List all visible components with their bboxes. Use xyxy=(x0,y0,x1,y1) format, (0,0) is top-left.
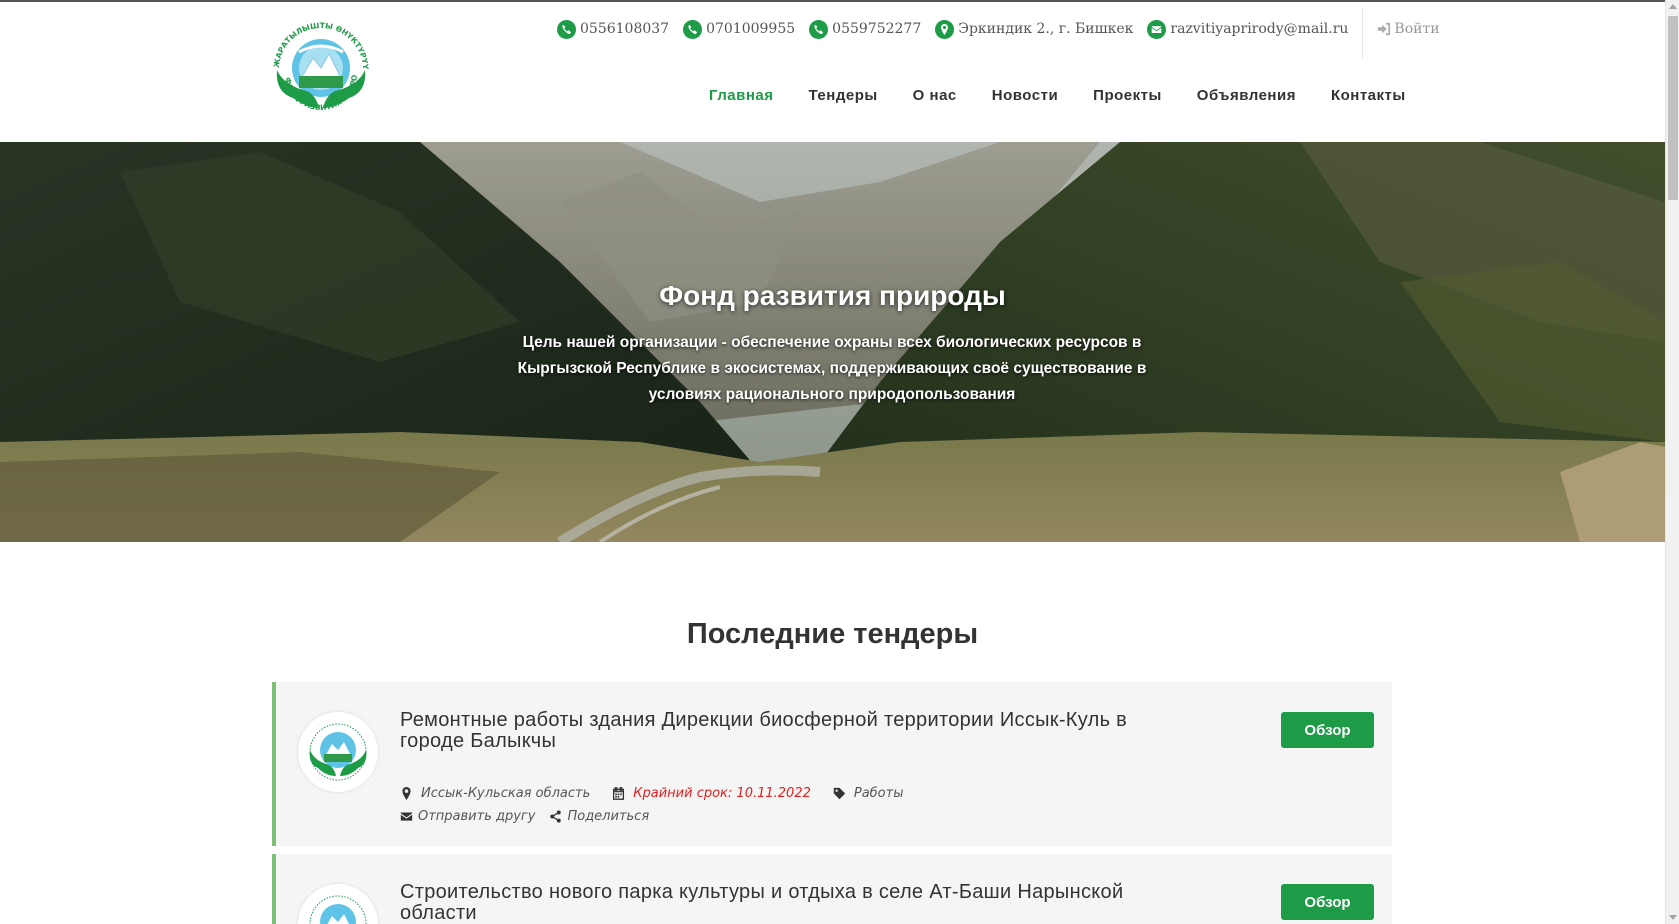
phone-icon xyxy=(809,19,829,39)
tender-deadline: Крайний срок: 10.11.2022 xyxy=(612,786,811,801)
login-text[interactable]: Войти xyxy=(1394,21,1439,37)
tender-category-text: Работы xyxy=(853,786,904,801)
tender-meta: Иссык-Кульская область Крайний срок: 10.… xyxy=(400,786,925,801)
review-button[interactable]: Обзор xyxy=(1281,884,1374,920)
hero-subtitle: Цель нашей организации - обеспечение охр… xyxy=(517,334,1147,403)
phone-2-text[interactable]: 0701009955 xyxy=(706,21,795,37)
section-title: Последние тендеры xyxy=(686,618,979,650)
phone-icon xyxy=(557,19,576,39)
address-text: Эркиндик 2., г. Бишкек xyxy=(958,21,1134,37)
sign-in-icon xyxy=(1378,22,1391,36)
share-link[interactable]: Поделиться xyxy=(549,809,649,824)
site-logo[interactable]: ЖАРАТЫЛЫШТЫ ӨНҮКТҮРҮҮ ФОНДУ ФОНД РАЗВИТИ… xyxy=(259,5,379,136)
nav-item-tenders[interactable]: Тендеры xyxy=(809,87,878,104)
tender-card: Ремонтные работы здания Дирекции биосфер… xyxy=(272,682,1392,846)
send-to-friend-link[interactable]: Отправить другу xyxy=(400,809,535,824)
phone-1[interactable]: 0556108037 xyxy=(557,19,669,39)
address: Эркиндик 2., г. Бишкек xyxy=(935,19,1134,39)
tag-icon xyxy=(833,787,846,800)
calendar-icon xyxy=(613,787,625,800)
nav-item-contacts[interactable]: Контакты xyxy=(1331,87,1406,104)
scroll-up-arrow-icon[interactable] xyxy=(1669,4,1677,9)
contact-bar: 0556108037 0701009955 0559752277 Эркинди… xyxy=(557,8,1440,58)
phone-1-text[interactable]: 0556108037 xyxy=(580,21,669,37)
hero-banner: Фонд развития природы Цель нашей организ… xyxy=(0,142,1665,542)
tender-region-text: Иссык-Кульская область xyxy=(421,786,591,801)
nav-item-projects[interactable]: Проекты xyxy=(1093,87,1162,104)
main-nav: Главная Тендеры О нас Новости Проекты Об… xyxy=(709,87,1441,104)
tender-logo xyxy=(298,712,378,792)
tender-deadline-text: Крайний срок: 10.11.2022 xyxy=(633,786,811,801)
phone-3-text[interactable]: 0559752277 xyxy=(832,21,921,37)
tender-logo xyxy=(298,884,378,924)
review-button[interactable]: Обзор xyxy=(1281,712,1374,748)
login-link[interactable]: Войти xyxy=(1377,21,1440,37)
tender-title[interactable]: Строительство нового парка культуры и от… xyxy=(400,882,1130,924)
nav-item-home[interactable]: Главная xyxy=(709,87,774,104)
tender-category: Работы xyxy=(833,786,904,801)
nav-item-news[interactable]: Новости xyxy=(992,87,1058,104)
share-icon xyxy=(550,810,562,823)
share-text[interactable]: Поделиться xyxy=(567,809,649,824)
page-scrollbar[interactable] xyxy=(1665,0,1679,924)
email[interactable]: razvitiyaprirody@mail.ru xyxy=(1147,19,1348,39)
scrollbar-thumb[interactable] xyxy=(1668,16,1678,200)
nav-item-announcements[interactable]: Объявления xyxy=(1197,87,1296,104)
phone-3[interactable]: 0559752277 xyxy=(809,19,921,39)
envelope-icon xyxy=(1147,19,1167,39)
map-marker-icon xyxy=(402,787,411,800)
phone-2[interactable]: 0701009955 xyxy=(683,19,795,39)
hero-title: Фонд развития природы xyxy=(659,280,1006,311)
site-header: ЖАРАТЫЛЫШТЫ ӨНҮКТҮРҮҮ ФОНДУ ФОНД РАЗВИТИ… xyxy=(0,2,1665,142)
tender-title[interactable]: Ремонтные работы здания Дирекции биосфер… xyxy=(400,710,1130,752)
send-to-friend-text[interactable]: Отправить другу xyxy=(418,809,535,824)
phone-icon xyxy=(683,19,703,39)
tender-card: Строительство нового парка культуры и от… xyxy=(272,854,1392,924)
tender-region: Иссык-Кульская область xyxy=(400,786,590,801)
scroll-down-arrow-icon[interactable] xyxy=(1669,915,1677,920)
envelope-icon xyxy=(400,812,413,821)
email-text[interactable]: razvitiyaprirody@mail.ru xyxy=(1170,21,1348,37)
topbar-divider xyxy=(1362,8,1364,58)
tender-actions: Отправить другу Поделиться xyxy=(400,809,663,824)
nav-item-about[interactable]: О нас xyxy=(913,87,957,104)
map-marker-icon xyxy=(935,19,955,39)
